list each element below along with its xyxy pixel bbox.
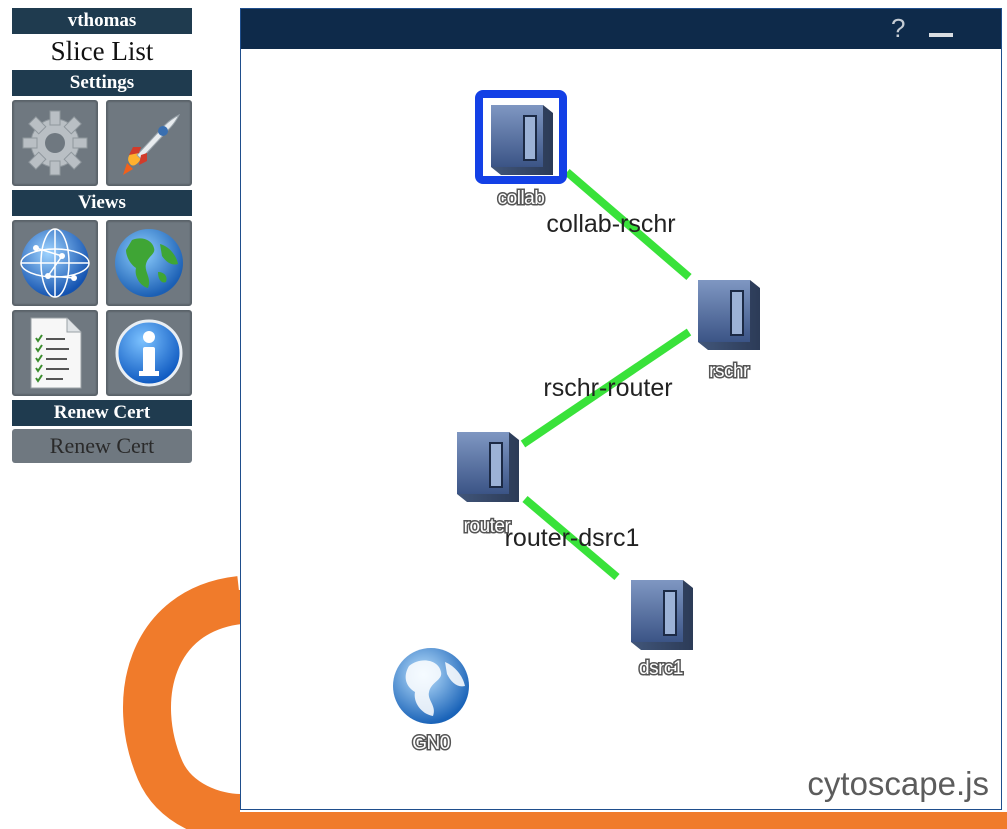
launch-button[interactable]: [106, 100, 192, 186]
geo-view-button[interactable]: [106, 220, 192, 306]
panel-title-bar: ?: [241, 9, 1001, 49]
server-icon: [631, 580, 693, 650]
graph-node-label: dsrc1: [639, 658, 683, 679]
user-name-header: vthomas: [12, 8, 192, 34]
slice-list-link[interactable]: Slice List: [12, 34, 192, 70]
settings-button[interactable]: [12, 100, 98, 186]
network-view-button[interactable]: [12, 220, 98, 306]
graph-edge-label: rschr-router: [543, 374, 672, 402]
gear-icon: [22, 110, 88, 176]
nodes-layer: collab rschr router dsrc1 GN0: [393, 90, 760, 756]
help-icon[interactable]: ?: [891, 13, 905, 44]
info-icon: [115, 319, 183, 387]
graph-node-router[interactable]: [457, 432, 519, 502]
cytoscape-watermark: cytoscape.js: [807, 765, 989, 802]
topology-graph[interactable]: collab-rschr rschr-router router-dsrc1 col…: [241, 49, 1001, 809]
graph-node-GN0[interactable]: [393, 648, 469, 724]
graph-edge-label: collab-rschr: [546, 210, 675, 238]
graph-node-label: rschr: [709, 361, 750, 382]
graph-edge-label: router-dsrc1: [505, 524, 640, 552]
server-icon: [491, 105, 553, 175]
network-globe-icon: [20, 228, 90, 298]
settings-icon-row: [12, 100, 192, 186]
views-header: Views: [12, 190, 192, 216]
settings-header: Settings: [12, 70, 192, 96]
views-icon-row-1: [12, 220, 192, 306]
rspec-view-button[interactable]: [12, 310, 98, 396]
graph-node-collab[interactable]: [475, 90, 567, 184]
edges-layer: collab-rschr rschr-router router-dsrc1: [505, 168, 692, 581]
earth-icon: [115, 229, 183, 297]
graph-node-label: GN0: [412, 733, 450, 754]
graph-node-dsrc1[interactable]: [631, 580, 693, 650]
minimize-icon[interactable]: [929, 33, 953, 37]
info-button[interactable]: [106, 310, 192, 396]
renew-cert-header: Renew Cert: [12, 400, 192, 426]
server-icon: [698, 280, 760, 350]
graph-node-label: router: [464, 516, 512, 537]
graph-node-rschr[interactable]: [698, 280, 760, 350]
graph-node-label: collab: [498, 188, 545, 209]
rocket-icon: [123, 113, 181, 175]
renew-cert-button[interactable]: Renew Cert: [12, 429, 192, 463]
views-icon-row-2: [12, 310, 192, 396]
document-checklist-icon: [30, 317, 82, 389]
server-icon: [457, 432, 519, 502]
sidebar: vthomas Slice List Settings Views Renew …: [12, 8, 192, 463]
topology-panel: ? collab-rschr rschr-router router-dsrc1 c…: [240, 8, 1002, 810]
globe-icon: [393, 648, 469, 724]
